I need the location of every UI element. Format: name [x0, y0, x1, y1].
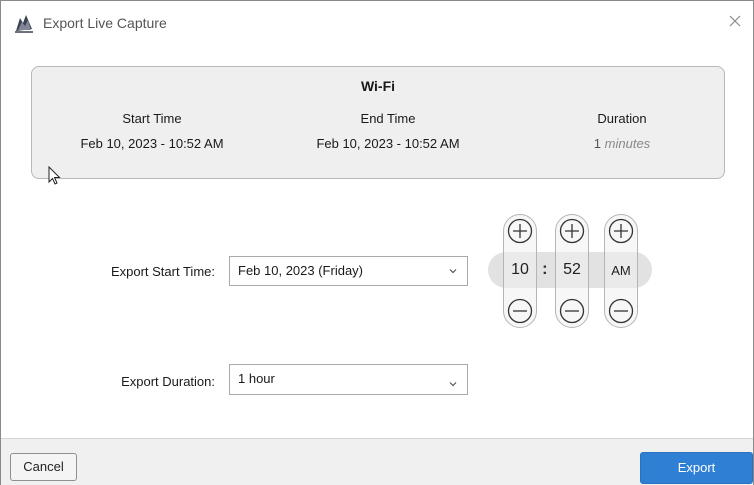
- close-icon[interactable]: [725, 11, 745, 31]
- end-time-value: Feb 10, 2023 - 10:52 AM: [316, 136, 460, 151]
- ampm-spinner: AM: [604, 214, 638, 328]
- start-time-label: Start Time: [122, 111, 182, 126]
- summary-end: End Time Feb 10, 2023 - 10:52 AM: [288, 111, 488, 151]
- export-dialog: Export Live Capture Wi-Fi Start Time Feb…: [0, 0, 754, 485]
- title-bar: Export Live Capture: [1, 1, 753, 45]
- cancel-button[interactable]: Cancel: [10, 453, 77, 481]
- ampm-minus-icon[interactable]: [608, 298, 634, 324]
- end-time-label: End Time: [360, 111, 416, 126]
- duration-unit: minutes: [604, 136, 651, 151]
- export-start-date-value: Feb 10, 2023 (Friday): [238, 263, 364, 278]
- chevron-down-icon: [449, 382, 457, 387]
- export-duration-label: Export Duration:: [121, 374, 215, 389]
- window-title: Export Live Capture: [43, 15, 167, 31]
- shark-fin-icon: [15, 15, 33, 33]
- adapter-name: Wi-Fi: [360, 78, 396, 94]
- summary-duration: Duration 1 minutes: [562, 111, 682, 151]
- hour-plus-icon[interactable]: [507, 218, 533, 244]
- export-start-time-label: Export Start Time:: [110, 264, 215, 279]
- time-separator: :: [542, 259, 548, 278]
- minute-minus-icon[interactable]: [559, 298, 585, 324]
- export-button[interactable]: Export: [640, 452, 753, 484]
- ampm-plus-icon[interactable]: [608, 218, 634, 244]
- duration-label: Duration: [597, 111, 647, 126]
- hour-value[interactable]: 10: [504, 261, 536, 279]
- duration-value: 1: [593, 136, 602, 151]
- capture-summary-panel: Wi-Fi Start Time Feb 10, 2023 - 10:52 AM…: [31, 66, 725, 179]
- export-duration-value: 1 hour: [238, 371, 275, 386]
- hour-spinner: 10: [503, 214, 537, 328]
- ampm-value[interactable]: AM: [605, 263, 637, 278]
- start-time-value: Feb 10, 2023 - 10:52 AM: [80, 136, 224, 151]
- summary-start: Start Time Feb 10, 2023 - 10:52 AM: [52, 111, 252, 151]
- chevron-down-icon: [449, 269, 457, 274]
- dialog-footer: Cancel Export: [1, 438, 753, 485]
- minute-value[interactable]: 52: [556, 261, 588, 279]
- mouse-pointer-icon: [48, 166, 61, 185]
- minute-spinner: 52: [555, 214, 589, 328]
- hour-minus-icon[interactable]: [507, 298, 533, 324]
- duration-value-line: 1 minutes: [562, 136, 682, 151]
- export-duration-select[interactable]: 1 hour: [229, 364, 468, 395]
- export-start-date-select[interactable]: Feb 10, 2023 (Friday): [229, 256, 468, 286]
- minute-plus-icon[interactable]: [559, 218, 585, 244]
